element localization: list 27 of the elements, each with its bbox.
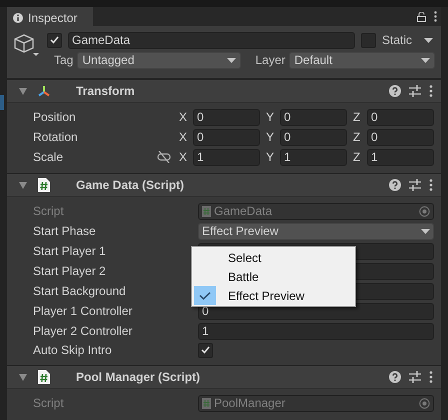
layer-label: Layer <box>255 53 286 67</box>
axis-label: Z <box>353 130 361 144</box>
static-label: Static <box>382 33 412 47</box>
axis-label: Z <box>353 150 361 164</box>
property-label: Auto Skip Intro <box>32 343 113 357</box>
axis-label: Y <box>266 150 274 164</box>
property-label: Player 1 Controller <box>32 304 134 318</box>
axis-label: Y <box>266 110 274 124</box>
property-label: Start Phase <box>32 224 97 238</box>
axis-label: Z <box>353 110 361 124</box>
axis-label: X <box>179 130 187 144</box>
component-title: Pool Manager (Script) <box>76 370 202 384</box>
property-label: Scale <box>32 150 64 164</box>
component-title: Transform <box>76 84 136 98</box>
property-label: Rotation <box>32 130 79 144</box>
property-label: Script <box>32 396 65 410</box>
property-label: Position <box>32 110 77 124</box>
property-label: Start Background <box>32 284 127 298</box>
axis-label: X <box>179 110 187 124</box>
property-label: Script <box>32 204 65 218</box>
component-title: Game Data (Script) <box>76 178 186 192</box>
property-label: Player 2 Controller <box>32 324 134 338</box>
axis-label: Y <box>266 130 274 144</box>
property-label: Start Player 1 <box>32 244 107 258</box>
property-label: Start Player 2 <box>32 264 107 278</box>
axis-label: X <box>179 150 187 164</box>
tag-label: Tag <box>54 53 74 67</box>
